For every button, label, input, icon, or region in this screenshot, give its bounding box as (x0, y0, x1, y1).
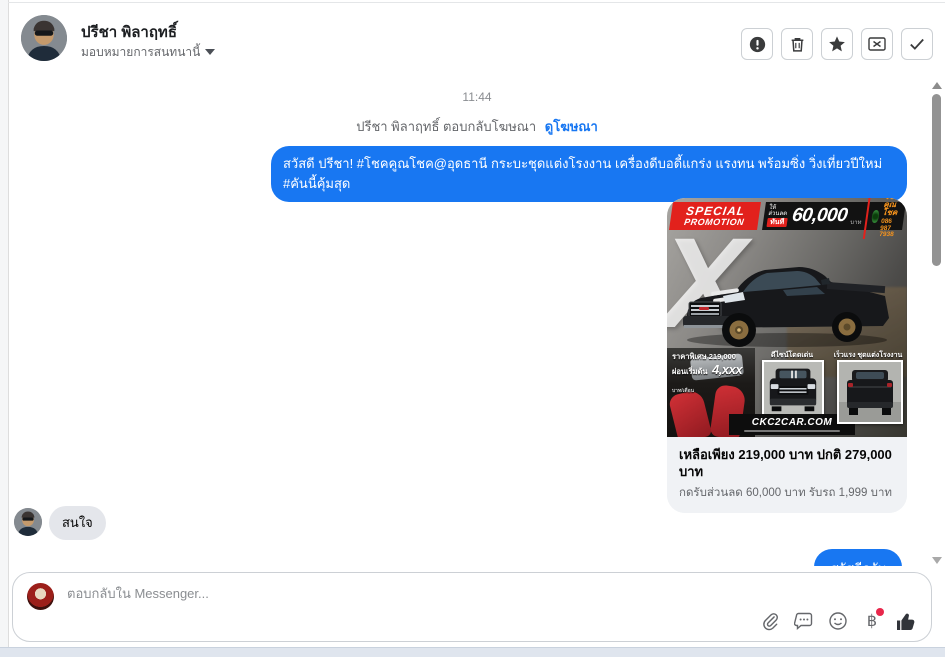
left-margin (0, 0, 9, 648)
dealer-name: โชคคูณโชค (881, 198, 901, 218)
ad-card-subtitle: กดรับส่วนลด 60,000 บาท รับรถ 1,999 บาท (679, 487, 892, 499)
header-action-bar (741, 28, 933, 60)
ad-bottom-collage: ราคาพิเศษ 219,000 ผ่อนเริ่มต้น 4,xxx บาท… (667, 348, 907, 437)
special-promotion-badge: SPECIAL PROMOTION (669, 202, 761, 230)
thumbs-up-icon (897, 613, 915, 630)
person-photo-icon (14, 508, 42, 536)
pickup-truck-illustration (683, 267, 889, 347)
mark-done-button[interactable] (901, 28, 933, 60)
emoji-button[interactable] (827, 610, 849, 632)
assign-conversation-label: มอบหมายการสนทนานี้ (81, 44, 201, 59)
page-avatar (27, 583, 54, 610)
ad-image: X SERIES (667, 198, 907, 437)
badge-line2: PROMOTION (683, 216, 745, 227)
website-caption-line (744, 429, 840, 432)
notification-dot (876, 608, 884, 616)
installment-text: ผ่อนเริ่มต้น 4,xxx บาท/เดือน (672, 361, 755, 397)
discount-unit: บาท (849, 220, 862, 226)
payment-button[interactable]: ฿ (861, 608, 884, 632)
truck-rear-icon (839, 362, 901, 422)
chevron-down-icon (205, 49, 216, 55)
view-ad-link[interactable]: ดูโฆษณา (545, 119, 598, 134)
scrollbar-thumb[interactable] (932, 94, 941, 266)
system-event-row: ปรีชา พิลาฤทธิ์ ตอบกลับโฆษณา ดูโฆษณา (9, 116, 945, 137)
mark-unread-button[interactable] (861, 28, 893, 60)
ad-card-footer: เหลือเพียง 219,000 บาท ปกติ 279,000 บาท … (667, 437, 907, 513)
discount-amount: 60,000 (790, 205, 849, 226)
dealer-badge: โชคคูณโชค 086 987 7938 (863, 198, 907, 239)
smiley-icon (829, 612, 847, 630)
composer-area: ฿ (9, 566, 945, 648)
paperclip-icon (762, 612, 778, 630)
like-button[interactable] (895, 610, 917, 632)
installment-value: 4,xxx (712, 362, 743, 377)
system-event-text: ปรีชา พิลาฤทธิ์ ตอบกลับโฆษณา (356, 119, 537, 134)
contact-avatar[interactable] (21, 15, 67, 61)
window-bottom-strip (0, 647, 945, 657)
scrollbar[interactable] (931, 80, 943, 568)
reply-input[interactable] (65, 585, 569, 602)
follow-up-button[interactable] (821, 28, 853, 60)
report-button[interactable] (741, 28, 773, 60)
front-view-photo (762, 360, 824, 416)
reply-box[interactable]: ฿ (12, 572, 932, 642)
badge-line1: SPECIAL (685, 204, 747, 218)
conversation-header: ปรีชา พิลาฤทธิ์ มอบหมายการสนทนานี้ (9, 3, 945, 77)
check-icon (910, 38, 924, 50)
conversation-area: 11:44 ปรีชา พิลาฤทธิ์ ตอบกลับโฆษณา ดูโฆษ… (9, 76, 945, 572)
star-icon (829, 36, 845, 52)
ad-card[interactable]: X SERIES (667, 198, 907, 513)
messenger-inbox-window: ปรีชา พิลาฤทธิ์ มอบหมายการสนทนานี้ 11:44… (0, 0, 945, 657)
rear-view-photo (837, 360, 903, 424)
timestamp: 11:44 (462, 90, 492, 104)
report-icon (749, 36, 765, 52)
attachment-button[interactable] (759, 610, 781, 632)
truck-front-icon (764, 362, 822, 414)
saved-replies-button[interactable] (793, 610, 815, 632)
assign-conversation-control[interactable]: มอบหมายการสนทนานี้ (81, 43, 216, 61)
installment-unit: บาท/เดือน (672, 388, 695, 394)
outgoing-message-bubble: สวัสดี ปรีชา! #โชคคูณโชค@อุดธานี กระบะชุ… (271, 146, 907, 202)
comment-dots-icon (794, 612, 813, 631)
discount-now-chip: ทันที (766, 218, 788, 227)
trash-icon (791, 37, 803, 52)
scroll-up-arrow-icon[interactable] (932, 82, 942, 89)
website-url: CKC2CAR.COM (751, 416, 833, 428)
discount-label-group: ให้ส่วนลด ทันที (766, 205, 789, 227)
ad-card-title: เหลือเพียง 219,000 บาท ปกติ 279,000 บาท (679, 447, 892, 479)
composer-toolbar: ฿ (759, 608, 917, 632)
discount-banner: ให้ส่วนลด ทันที 60,000 บาท โชคคูณโชค 086… (762, 198, 907, 239)
person-photo-icon (21, 15, 67, 61)
installment-label: ผ่อนเริ่มต้น (672, 367, 708, 376)
front-view-panel: ดีไซน์โดดเด่น CKC2CAR.COM (729, 348, 855, 437)
dealer-phone: 086 987 7938 (878, 218, 895, 239)
envelope-x-icon (868, 37, 886, 51)
contact-name: ปรีชา พิลาฤทธิ์ (81, 24, 177, 41)
scroll-down-arrow-icon[interactable] (932, 557, 942, 564)
rear-view-panel: เร็วแรง ชุดแต่งโรงงาน (829, 348, 907, 437)
contact-avatar-small (14, 508, 42, 536)
dealer-logo-icon (871, 209, 880, 223)
discount-label: ให้ส่วนลด (767, 205, 788, 217)
delete-button[interactable] (781, 28, 813, 60)
incoming-message-bubble: สนใจ (49, 506, 106, 540)
